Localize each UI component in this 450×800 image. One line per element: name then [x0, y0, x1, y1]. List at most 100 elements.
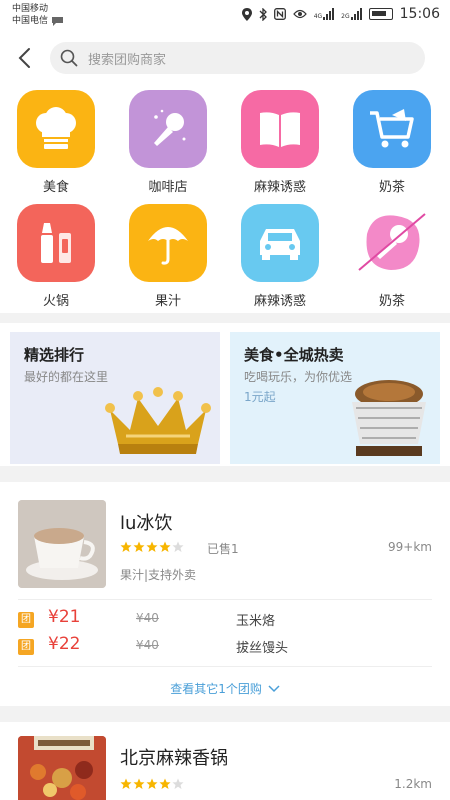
- category-tile: [241, 204, 319, 282]
- umbrella-icon: [148, 227, 188, 265]
- category-item-mala[interactable]: 麻辣诱惑: [224, 90, 336, 195]
- promo-subtitle: 最好的都在这里: [24, 370, 109, 384]
- shop-thumbnail: [18, 500, 106, 588]
- section-divider: [0, 466, 450, 482]
- star-icon: [120, 541, 132, 552]
- divider-line: [18, 666, 432, 667]
- deal-row[interactable]: 团 ¥21 ¥40 玉米烙: [0, 607, 450, 631]
- signal-icon: [323, 8, 335, 20]
- clock: 15:06: [399, 6, 440, 22]
- category-label: 奶茶: [378, 294, 405, 309]
- category-tile: [241, 90, 319, 168]
- sold-count: 已售1: [207, 542, 239, 556]
- nfc-icon: [273, 8, 286, 20]
- star-icon: [159, 778, 171, 789]
- status-bar: 中国移动 中国电信 4G 2G 15:06: [0, 0, 450, 32]
- rating-stars: [120, 541, 184, 553]
- search-header: 搜索团购商家: [0, 38, 450, 82]
- star-icon: [159, 541, 171, 552]
- star-empty-icon: [172, 778, 184, 789]
- status-icons: 4G 2G 15:06: [241, 6, 440, 22]
- category-label: 美食: [42, 180, 69, 195]
- deal-price: ¥22: [48, 634, 81, 654]
- promo-card-hot[interactable]: 美食•全城热卖 吃喝玩乐，为你优选 1元起: [230, 332, 440, 464]
- category-tile: [129, 90, 207, 168]
- shop-thumbnail: [18, 736, 106, 800]
- carrier-1: 中国移动: [12, 4, 49, 14]
- coffee-cup-image: [18, 500, 106, 588]
- spicy-pot-image: [18, 736, 106, 800]
- distance: 99+km: [388, 540, 432, 554]
- category-item-guozhi[interactable]: 果汁: [112, 204, 224, 309]
- category-label: 火锅: [42, 294, 69, 309]
- search-input[interactable]: 搜索团购商家: [50, 42, 425, 74]
- star-icon: [133, 541, 145, 552]
- divider-line: [18, 599, 432, 600]
- chat-bubble-icon: [52, 16, 64, 26]
- shop-card[interactable]: lu冰饮 已售1 99+km 果汁|支持外卖 团 ¥21 ¥40 玉米烙 团 ¥…: [0, 482, 450, 704]
- network-type-2: 2G: [341, 13, 350, 20]
- deal-row[interactable]: 团 ¥22 ¥40 拔丝馒头: [0, 634, 450, 658]
- category-tile: [17, 90, 95, 168]
- category-label: 麻辣诱惑: [253, 180, 306, 195]
- category-label: 麻辣诱惑: [253, 294, 306, 309]
- crown-icon: [105, 387, 211, 454]
- hotpot-dish-icon: [352, 380, 426, 456]
- carrier-info: 中国移动 中国电信: [12, 3, 64, 27]
- bluetooth-icon: [259, 7, 267, 21]
- star-icon: [146, 778, 158, 789]
- deal-name: 拔丝馒头: [236, 641, 289, 656]
- category-item-naicha-2[interactable]: 奶茶: [336, 204, 448, 309]
- promo-title: 精选排行: [24, 346, 85, 364]
- microphone-icon: [154, 109, 186, 146]
- rating-stars: [120, 778, 184, 790]
- star-icon: [133, 778, 145, 789]
- category-label: 奶茶: [378, 180, 405, 195]
- category-item-huoguo[interactable]: 火锅: [0, 204, 112, 309]
- category-label: 果汁: [154, 294, 181, 309]
- category-tile: [17, 204, 95, 282]
- group-buy-badge: 团: [18, 612, 34, 628]
- carrier-2: 中国电信: [12, 16, 49, 26]
- original-price: ¥40: [136, 638, 159, 652]
- category-tile: [353, 90, 431, 168]
- shop-tags: 果汁|支持外卖: [120, 568, 197, 582]
- star-icon: [146, 541, 158, 552]
- promo-card-ranking[interactable]: 精选排行 最好的都在这里: [10, 332, 220, 464]
- deal-name: 玉米烙: [236, 614, 276, 629]
- back-arrow-icon[interactable]: [14, 46, 38, 70]
- promo-price-tag: 1元起: [244, 390, 276, 404]
- promo-title: 美食•全城热卖: [244, 346, 344, 364]
- microphone-icon: [358, 213, 426, 271]
- promo-subtitle: 吃喝玩乐，为你优选: [244, 370, 353, 384]
- shop-name: 北京麻辣香锅: [120, 748, 228, 769]
- star-empty-icon: [172, 541, 184, 552]
- category-item-naicha[interactable]: 奶茶: [336, 90, 448, 195]
- network-type-1: 4G: [313, 13, 323, 20]
- chef-hat-icon: [36, 107, 76, 149]
- shopping-cart-icon: [370, 109, 414, 148]
- category-item-cafe[interactable]: 咖啡店: [112, 90, 224, 195]
- section-divider: [0, 313, 450, 323]
- see-more-deals-link[interactable]: 查看其它1个团购: [0, 680, 450, 697]
- category-item-meishi[interactable]: 美食: [0, 90, 112, 195]
- category-label: 咖啡店: [148, 180, 188, 195]
- chevron-down-icon: [268, 685, 280, 693]
- section-divider: [0, 706, 450, 722]
- search-placeholder: 搜索团购商家: [88, 52, 167, 68]
- cosmetics-icon: [41, 223, 71, 263]
- star-icon: [120, 778, 132, 789]
- original-price: ¥40: [136, 611, 159, 625]
- category-item-mala-2[interactable]: 麻辣诱惑: [224, 204, 336, 309]
- eye-icon: [292, 9, 307, 19]
- category-tile: [353, 204, 431, 282]
- signal-icon: [350, 8, 362, 20]
- book-icon: [260, 112, 300, 147]
- distance: 1.2km: [394, 777, 432, 791]
- battery-icon: [368, 8, 393, 20]
- category-grid: 美食 咖啡店 麻辣诱惑 奶茶 火锅 果汁 麻辣诱惑 奶茶: [0, 90, 450, 310]
- location-icon: [241, 7, 252, 21]
- car-icon: [260, 229, 300, 260]
- see-more-label: 查看其它1个团购: [170, 682, 262, 696]
- shop-card[interactable]: 北京麻辣香锅 1.2km: [0, 722, 450, 800]
